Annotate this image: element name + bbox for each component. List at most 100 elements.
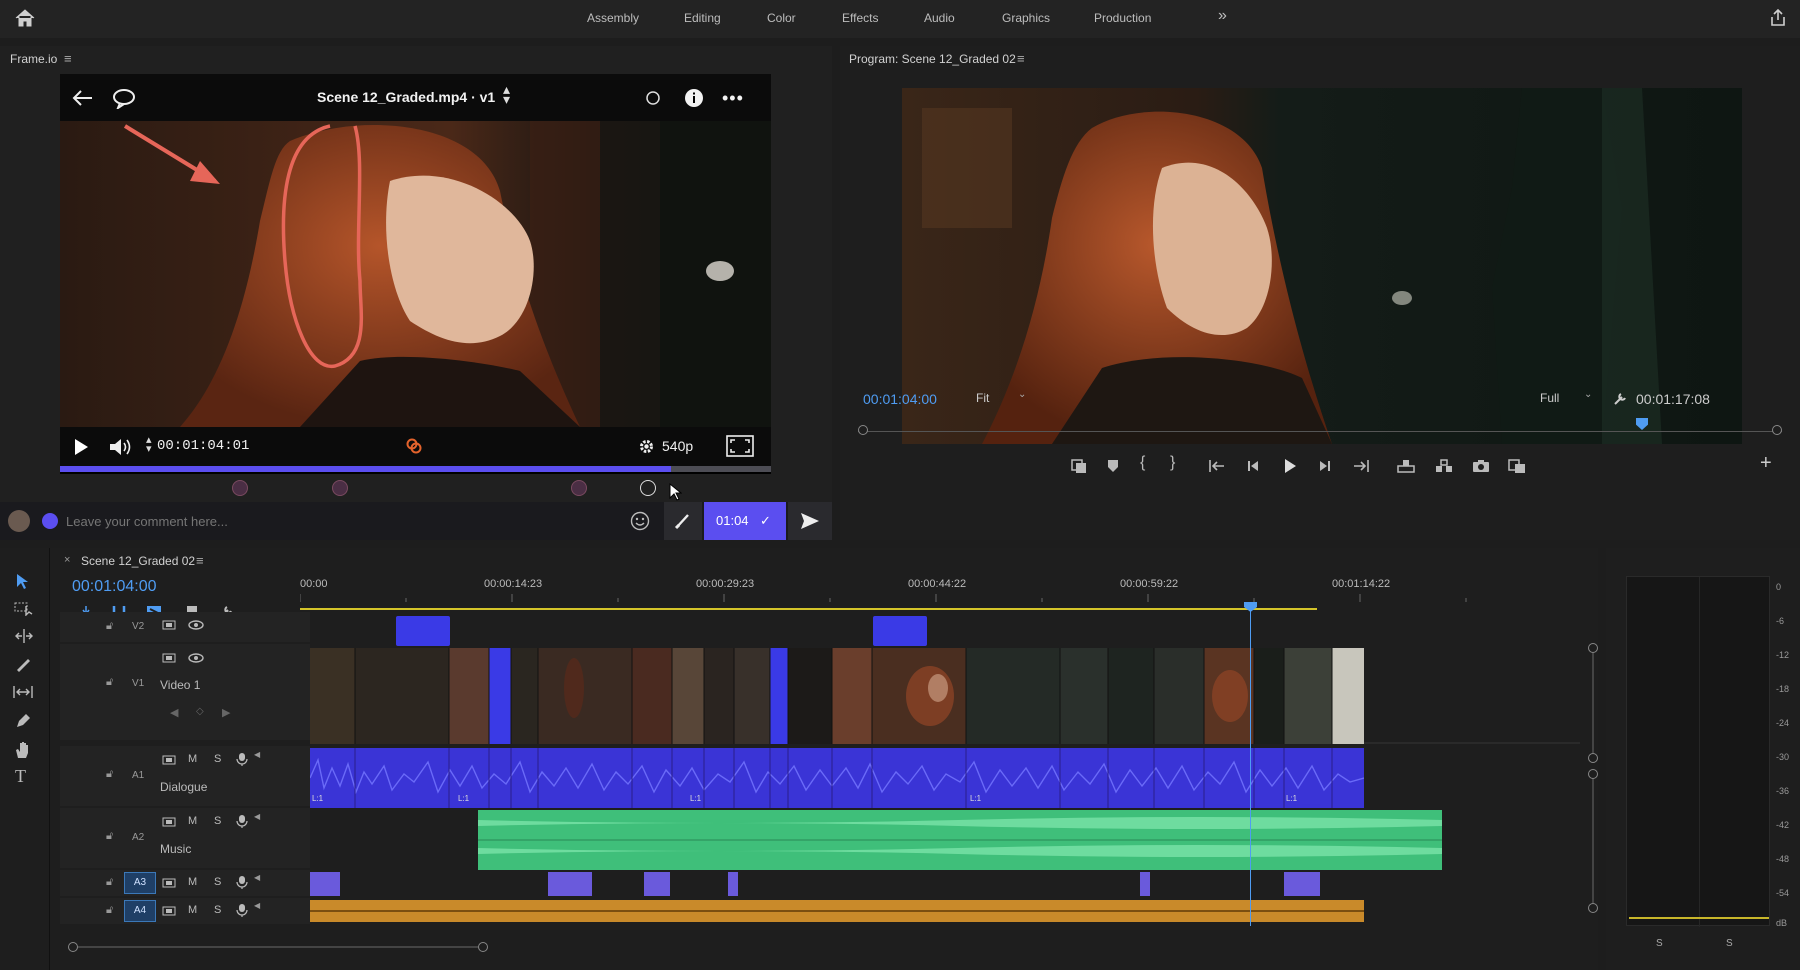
keyframe-add-icon[interactable]: ◇ <box>196 706 204 717</box>
a4-clip[interactable] <box>310 900 1364 922</box>
program-scrubber[interactable] <box>858 418 1782 442</box>
microphone-icon[interactable] <box>236 875 248 889</box>
info-icon[interactable] <box>684 88 704 108</box>
type-tool-icon[interactable]: T <box>15 766 26 787</box>
play-icon[interactable] <box>72 437 90 457</box>
scrubber-start-handle[interactable] <box>858 425 868 435</box>
mark-out-icon[interactable]: } <box>1170 454 1175 472</box>
resolution-dropdown[interactable]: Full ⌄ <box>1532 388 1596 408</box>
sequence-timecode[interactable]: 00:01:04:00 <box>72 578 157 596</box>
selection-tool-icon[interactable] <box>14 572 32 590</box>
a1-dialogue-clip[interactable]: L:1 L:1 L:1 L:1 L:1 <box>310 748 1364 808</box>
program-timecode[interactable]: 00:01:04:00 <box>863 391 937 407</box>
back-arrow-icon[interactable] <box>72 88 94 108</box>
expand-icon[interactable]: ◀ <box>254 750 260 759</box>
mute-button[interactable]: M <box>188 904 197 916</box>
expand-icon[interactable]: ◀ <box>254 812 260 821</box>
comment-marker[interactable] <box>232 480 248 496</box>
more-workspaces-button[interactable]: » <box>1218 7 1227 25</box>
work-area-bar[interactable] <box>300 608 1317 610</box>
panel-menu-icon[interactable]: ≡ <box>196 553 204 568</box>
hand-tool-icon[interactable] <box>14 740 32 760</box>
v2-clip[interactable] <box>396 616 450 646</box>
volume-icon[interactable] <box>108 436 134 458</box>
playhead-handle-icon[interactable] <box>1244 602 1257 612</box>
panel-menu-icon[interactable]: ≡ <box>1017 51 1025 66</box>
sync-lock-icon[interactable] <box>162 619 176 631</box>
meter-solo-button[interactable]: S <box>1726 938 1733 949</box>
emoji-icon[interactable] <box>630 511 650 531</box>
lock-icon[interactable]: 🔓︎ <box>106 830 113 843</box>
circle-icon[interactable] <box>645 90 661 106</box>
slip-tool-icon[interactable] <box>12 684 34 700</box>
frameio-progress-bar[interactable] <box>60 466 771 472</box>
sync-lock-icon[interactable] <box>162 905 176 917</box>
workspace-tab-editing[interactable]: Editing <box>684 11 721 25</box>
expand-icon[interactable]: ◀ <box>254 901 260 910</box>
a3-clip[interactable] <box>310 872 340 896</box>
track-label[interactable]: A2 <box>132 832 144 843</box>
lock-icon[interactable]: 🔓︎ <box>106 876 113 889</box>
go-to-in-icon[interactable] <box>1208 458 1226 474</box>
comment-icon[interactable] <box>112 87 136 109</box>
pen-tool-icon[interactable] <box>14 712 32 730</box>
go-to-out-icon[interactable] <box>1352 458 1370 474</box>
lock-icon[interactable]: 🔓︎ <box>106 620 113 633</box>
share-icon[interactable] <box>1768 8 1788 28</box>
track-target-a4[interactable]: A4 <box>124 900 156 922</box>
home-icon[interactable] <box>14 8 36 28</box>
v2-clip[interactable] <box>873 616 927 646</box>
a3-clip[interactable] <box>548 872 592 896</box>
track-label[interactable]: V2 <box>132 621 144 632</box>
marker-navigate-icon[interactable] <box>1070 458 1088 474</box>
wrench-icon[interactable] <box>1612 391 1628 407</box>
timeline-horizontal-scrollbar[interactable] <box>68 941 488 953</box>
comment-input[interactable] <box>66 508 606 534</box>
frameio-video-frame[interactable] <box>60 121 771 427</box>
expand-icon[interactable]: ◀ <box>254 873 260 882</box>
keyframe-next-icon[interactable]: ▶ <box>222 706 230 719</box>
workspace-tab-effects[interactable]: Effects <box>842 11 878 25</box>
solo-button[interactable]: S <box>214 876 221 888</box>
a3-clip[interactable] <box>728 872 738 896</box>
lock-icon[interactable]: 🔓︎ <box>106 904 113 917</box>
eye-icon[interactable] <box>188 652 204 664</box>
version-stepper-icon[interactable]: ▴ ▾ <box>503 82 510 106</box>
workspace-tab-audio[interactable]: Audio <box>924 11 955 25</box>
panel-menu-icon[interactable]: ≡ <box>64 51 72 66</box>
lift-icon[interactable] <box>1396 458 1416 474</box>
step-forward-icon[interactable] <box>1316 458 1332 474</box>
add-marker-icon[interactable] <box>1106 458 1120 474</box>
solo-button[interactable]: S <box>214 904 221 916</box>
a3-clip[interactable] <box>1284 872 1320 896</box>
sync-lock-icon[interactable] <box>162 816 176 828</box>
settings-gear-icon[interactable] <box>638 438 655 455</box>
ripple-edit-tool-icon[interactable] <box>14 628 34 644</box>
lock-icon[interactable]: 🔓︎ <box>106 768 113 781</box>
solo-button[interactable]: S <box>214 753 221 765</box>
sync-lock-icon[interactable] <box>162 652 176 664</box>
eye-icon[interactable] <box>188 619 204 631</box>
timecode-stepper-icon[interactable]: ▴ ▾ <box>146 435 152 455</box>
play-icon[interactable] <box>1282 457 1298 475</box>
camera-icon[interactable] <box>1472 458 1490 474</box>
comparison-view-icon[interactable] <box>1508 458 1526 474</box>
keyframe-prev-icon[interactable]: ◀ <box>170 706 178 719</box>
a2-music-clip[interactable] <box>478 810 1442 870</box>
link-icon[interactable] <box>405 437 423 455</box>
mute-button[interactable]: M <box>188 815 197 827</box>
playhead-icon[interactable] <box>1636 418 1648 430</box>
timeline-playhead[interactable] <box>1250 608 1251 926</box>
extract-icon[interactable] <box>1434 458 1454 474</box>
workspace-tab-graphics[interactable]: Graphics <box>1002 11 1050 25</box>
track-label[interactable]: V1 <box>132 678 144 689</box>
add-button-icon[interactable]: + <box>1760 452 1772 475</box>
meter-solo-button[interactable]: S <box>1656 938 1663 949</box>
sync-lock-icon[interactable] <box>162 754 176 766</box>
send-button[interactable] <box>788 502 832 540</box>
close-icon[interactable]: × <box>64 554 70 566</box>
mute-button[interactable]: M <box>188 753 197 765</box>
zoom-fit-dropdown[interactable]: Fit ⌄ <box>968 388 1028 408</box>
workspace-tab-assembly[interactable]: Assembly <box>587 11 639 25</box>
step-back-icon[interactable] <box>1246 458 1262 474</box>
